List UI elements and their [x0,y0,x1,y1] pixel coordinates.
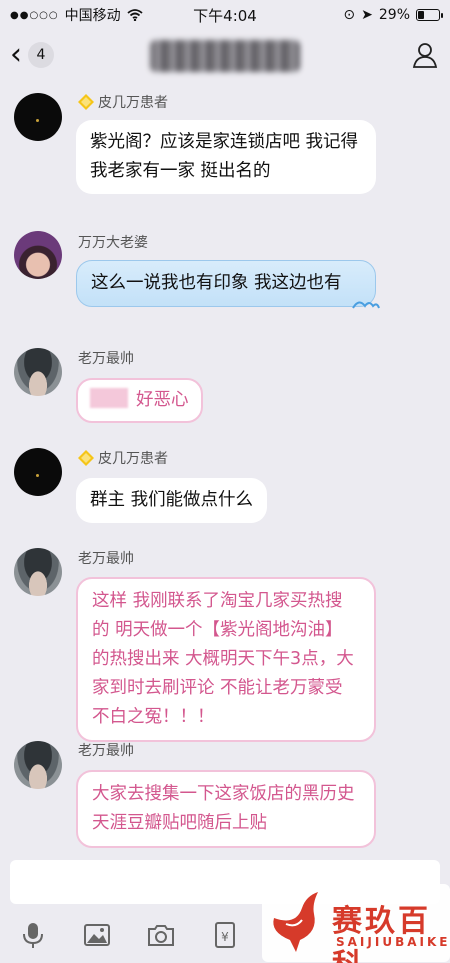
brand-subtitle: SAIJIUBAIKE [336,935,450,949]
carrier-label: 中国移动 [64,8,121,24]
message-bubble[interactable]: 大家去搜集一下这家饭店的黑历史 天涯豆瓣贴吧随后上贴 [76,770,376,848]
message-text: 群主 我们能做点什么 [90,490,254,510]
sender-label: 老万最帅 [78,551,134,567]
nav-bar: ‹ 4 [0,30,450,80]
svg-text:¥: ¥ [221,930,229,944]
message-item: 老万最帅 大家去搜集一下这家饭店的黑历史 天涯豆瓣贴吧随后上贴 [0,738,450,848]
message-text: 这么一说我也有印象 我这边也有 [91,273,342,293]
diamond-icon [78,94,94,110]
brand-name: 赛玖百科 [332,904,431,963]
unread-count-badge: 4 [28,42,54,68]
avatar[interactable] [14,231,62,279]
message-text: 好恶心 [136,390,189,410]
message-bubble[interactable]: 紫光阁？应该是家连锁店吧 我记得我老家有一家 挺出名的 [76,120,376,194]
message-text: 这样 我刚联系了淘宝几家买热搜的 明天做一个【紫光阁地沟油】的热搜出来 大概明天… [92,591,354,727]
status-left: ●●○○○ 中国移动 [10,5,143,25]
message-item: 万万大老婆 这么一说我也有印象 我这边也有 [0,228,450,338]
sender-label: 老万最帅 [78,351,134,367]
message-item: 皮几万患者 紫光阁？应该是家连锁店吧 我记得我老家有一家 挺出名的 [0,90,450,200]
red-packet-icon[interactable]: ¥ [210,920,240,950]
brand-logo-icon [273,892,318,952]
sender-name: 万万大老婆 [78,232,148,252]
diamond-icon [78,450,94,466]
avatar[interactable] [14,548,62,596]
sender-name: 老万最帅 [78,548,134,568]
wifi-icon [127,9,143,21]
status-bar: ●●○○○ 中国移动 下午4:04 ⊙ ➤ 29% [0,0,450,30]
avatar[interactable] [14,448,62,496]
message-item: 老万最帅 好恶心 [0,344,450,434]
message-bubble[interactable]: 这么一说我也有印象 我这边也有 [76,260,380,309]
message-item: 皮几万患者 群主 我们能做点什么 [0,446,450,536]
status-right: ⊙ ➤ 29% [343,7,443,23]
avatar[interactable] [14,93,62,141]
chat-title-redacted [150,40,300,72]
battery-fill [418,11,424,19]
location-icon: ➤ [361,7,373,23]
image-icon[interactable] [82,920,112,950]
battery-percent: 29% [378,7,410,23]
battery-icon [416,9,443,21]
camera-icon[interactable] [146,920,176,950]
signal-icon: ●●○○○ [10,9,59,21]
wave-decoration-icon [352,301,380,309]
mic-icon[interactable] [18,920,48,950]
message-item: 老万最帅 这样 我刚联系了淘宝几家买热搜的 明天做一个【紫光阁地沟油】的热搜出来… [0,545,450,742]
message-text: 紫光阁？应该是家连锁店吧 我记得我老家有一家 挺出名的 [90,132,359,181]
group-members-icon[interactable] [410,40,440,70]
sender-label: 老万最帅 [78,743,134,759]
avatar[interactable] [14,741,62,789]
sender-label: 皮几万患者 [98,95,168,111]
sender-name: 老万最帅 [78,740,134,760]
sender-name: 皮几万患者 [78,92,168,112]
lock-rotation-icon: ⊙ [343,7,356,23]
brand-watermark: 赛玖百科 SAIJIUBAIKE [262,884,450,963]
chevron-left-icon: ‹ [10,37,22,72]
message-bubble[interactable]: 好恶心 [76,378,203,423]
sender-label: 万万大老婆 [78,235,148,251]
back-button[interactable]: ‹ 4 [10,40,54,70]
message-bubble[interactable]: 这样 我刚联系了淘宝几家买热搜的 明天做一个【紫光阁地沟油】的热搜出来 大概明天… [76,577,376,742]
sender-label: 皮几万患者 [98,451,168,467]
redacted-text [90,388,128,408]
message-text: 大家去搜集一下这家饭店的黑历史 天涯豆瓣贴吧随后上贴 [92,784,355,833]
avatar[interactable] [14,348,62,396]
message-bubble[interactable]: 群主 我们能做点什么 [76,478,268,523]
sender-name: 皮几万患者 [78,448,168,468]
sender-name: 老万最帅 [78,348,134,368]
